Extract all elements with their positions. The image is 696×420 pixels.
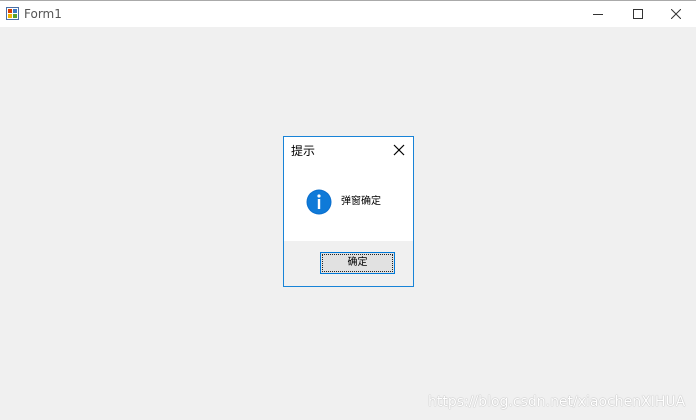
- dialog-message: 弹窗确定: [341, 196, 381, 207]
- minimize-button[interactable]: [578, 1, 618, 27]
- message-dialog: 提示 弹窗确定 确定: [283, 136, 414, 287]
- maximize-button[interactable]: [618, 1, 658, 27]
- close-icon: [671, 9, 681, 19]
- dialog-title: 提示: [291, 144, 316, 158]
- maximize-icon: [633, 9, 643, 19]
- minimize-icon: [593, 14, 603, 15]
- title-bar: Form1: [0, 1, 696, 27]
- watermark: https://blog.csdn.net/xiaochenXIHUA: [428, 394, 686, 410]
- main-window: Form1 提示 弹窗确定 确定 https://blog.csdn.net/x…: [0, 0, 696, 420]
- window-close-button[interactable]: [656, 1, 696, 27]
- info-icon: [306, 189, 332, 215]
- app-icon: [6, 7, 19, 20]
- dialog-footer: 确定: [284, 241, 413, 286]
- window-title: Form1: [24, 7, 62, 21]
- ok-button[interactable]: 确定: [320, 252, 395, 274]
- dialog-close-icon[interactable]: [392, 143, 406, 157]
